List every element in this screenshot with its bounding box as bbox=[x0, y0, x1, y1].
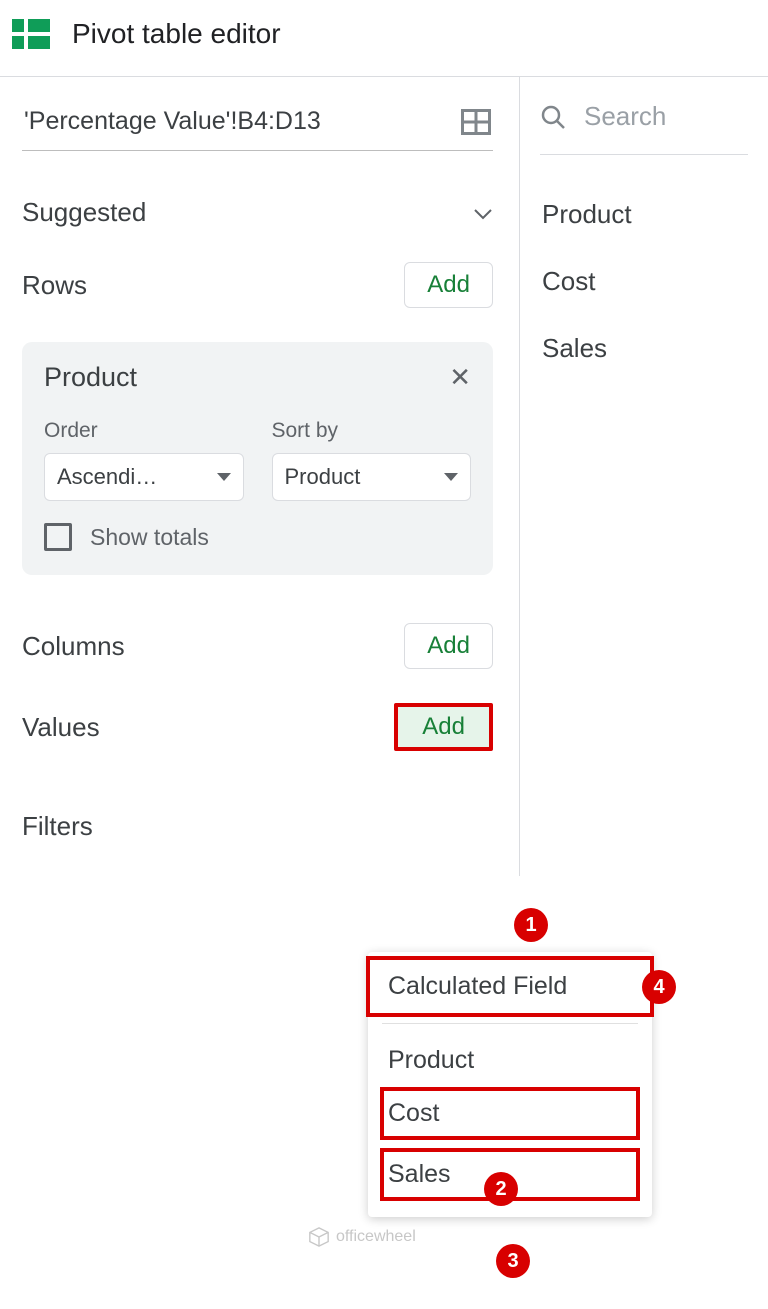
data-range-input[interactable]: 'Percentage Value'!B4:D13 bbox=[24, 107, 321, 136]
filters-section-header: Filters bbox=[22, 811, 493, 842]
search-input[interactable]: Search bbox=[584, 101, 666, 132]
add-columns-button[interactable]: Add bbox=[404, 623, 493, 669]
popover-calculated-field[interactable]: Calculated Field bbox=[368, 958, 652, 1015]
add-values-button[interactable]: Add bbox=[394, 703, 493, 751]
annotation-badge-4: 4 bbox=[642, 970, 676, 1004]
values-label: Values bbox=[22, 712, 100, 743]
editor-header: Pivot table editor bbox=[0, 0, 768, 76]
dropdown-icon bbox=[444, 473, 458, 481]
suggested-section[interactable]: Suggested bbox=[22, 197, 493, 228]
filters-label: Filters bbox=[22, 811, 93, 842]
sortby-label: Sort by bbox=[272, 419, 472, 443]
columns-label: Columns bbox=[22, 631, 125, 662]
popover-item-cost[interactable]: Cost bbox=[382, 1089, 638, 1138]
order-select[interactable]: Ascendi… bbox=[44, 453, 244, 501]
rows-label: Rows bbox=[22, 270, 87, 301]
field-sales[interactable]: Sales bbox=[540, 315, 748, 382]
add-rows-button[interactable]: Add bbox=[404, 262, 493, 308]
search-icon bbox=[540, 104, 566, 130]
show-totals-label: Show totals bbox=[90, 524, 209, 551]
annotation-badge-2: 2 bbox=[484, 1172, 518, 1206]
close-icon[interactable]: ✕ bbox=[449, 362, 471, 393]
order-value: Ascendi… bbox=[57, 464, 157, 490]
search-row[interactable]: Search bbox=[540, 101, 748, 155]
popover-item-product[interactable]: Product bbox=[368, 1032, 652, 1089]
pivot-config-panel: 'Percentage Value'!B4:D13 Suggested Rows… bbox=[0, 77, 520, 876]
suggested-label: Suggested bbox=[22, 197, 146, 228]
show-totals-row[interactable]: Show totals bbox=[44, 523, 471, 551]
row-field-card: Product ✕ Order Ascendi… Sort by bbox=[22, 342, 493, 575]
watermark: officewheel bbox=[308, 1226, 416, 1248]
annotation-badge-1: 1 bbox=[514, 908, 548, 942]
order-label: Order bbox=[44, 419, 244, 443]
order-control: Order Ascendi… bbox=[44, 419, 244, 501]
values-section-header: Values Add bbox=[22, 703, 493, 751]
data-range-row: 'Percentage Value'!B4:D13 bbox=[22, 101, 493, 151]
row-field-title: Product bbox=[44, 362, 137, 393]
field-cost[interactable]: Cost bbox=[540, 248, 748, 315]
sortby-select[interactable]: Product bbox=[272, 453, 472, 501]
sortby-control: Sort by Product bbox=[272, 419, 472, 501]
field-product[interactable]: Product bbox=[540, 181, 748, 248]
editor-title: Pivot table editor bbox=[72, 18, 281, 50]
sortby-value: Product bbox=[285, 464, 361, 490]
select-range-icon[interactable] bbox=[461, 109, 491, 135]
show-totals-checkbox[interactable] bbox=[44, 523, 72, 551]
fields-panel: Search Product Cost Sales bbox=[520, 77, 768, 876]
columns-section-header: Columns Add bbox=[22, 623, 493, 669]
rows-section-header: Rows Add bbox=[22, 262, 493, 308]
annotation-badge-3: 3 bbox=[496, 1244, 530, 1278]
sheets-icon bbox=[12, 19, 50, 49]
popover-divider bbox=[382, 1023, 638, 1024]
dropdown-icon bbox=[217, 473, 231, 481]
chevron-down-icon bbox=[473, 207, 493, 219]
